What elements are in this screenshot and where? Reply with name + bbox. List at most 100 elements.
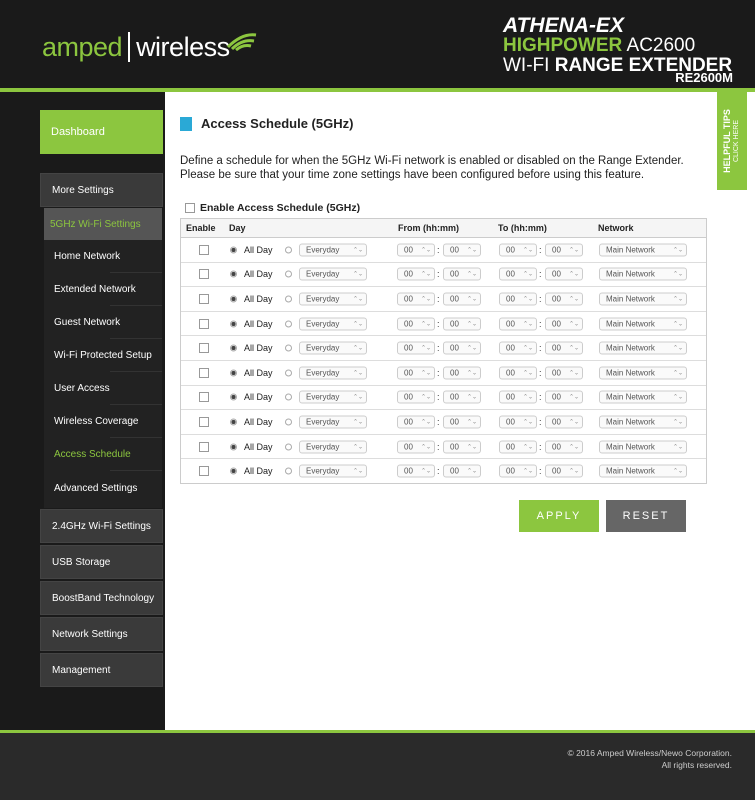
row-enable-checkbox[interactable] [199,293,209,304]
helpful-tips-tab[interactable]: HELPFUL TIPS CLICK HERE [717,92,747,190]
sidebar-item-wireless-coverage[interactable]: Wireless Coverage [44,405,162,438]
sidebar-dashboard[interactable]: Dashboard [40,110,163,154]
network-select[interactable]: Main Network ⌃⌄ [599,267,687,281]
network-select[interactable]: Main Network ⌃⌄ [599,292,687,306]
from-minute-select[interactable]: 00 ⌃⌄ [443,341,481,355]
to-hour-select[interactable]: 00 ⌃⌄ [499,464,537,478]
from-hour-select[interactable]: 00 ⌃⌄ [397,292,435,306]
to-minute-select[interactable]: 00 ⌃⌄ [545,317,583,331]
sidebar-item-extended-network[interactable]: Extended Network [44,273,162,306]
amped-wireless-logo[interactable]: amped wireless [42,31,258,63]
row-enable-checkbox[interactable] [199,392,209,403]
to-hour-select[interactable]: 00 ⌃⌄ [499,267,537,281]
from-hour-select[interactable]: 00 ⌃⌄ [397,366,435,380]
row-enable-checkbox[interactable] [199,466,209,477]
day-select[interactable]: Everyday ⌃⌄ [299,243,367,257]
network-select[interactable]: Main Network ⌃⌄ [599,341,687,355]
from-hour-select[interactable]: 00 ⌃⌄ [397,464,435,478]
custom-day-radio[interactable] [285,270,292,278]
row-enable-checkbox[interactable] [199,244,209,255]
day-select[interactable]: Everyday ⌃⌄ [299,440,367,454]
from-minute-select[interactable]: 00 ⌃⌄ [443,366,481,380]
to-minute-select[interactable]: 00 ⌃⌄ [545,366,583,380]
day-select[interactable]: Everyday ⌃⌄ [299,292,367,306]
sidebar-item-guest-network[interactable]: Guest Network [44,306,162,339]
from-hour-select[interactable]: 00 ⌃⌄ [397,243,435,257]
all-day-radio[interactable] [230,418,237,426]
to-hour-select[interactable]: 00 ⌃⌄ [499,366,537,380]
to-hour-select[interactable]: 00 ⌃⌄ [499,292,537,306]
network-select[interactable]: Main Network ⌃⌄ [599,464,687,478]
sidebar-item-home-network[interactable]: Home Network [44,240,162,273]
sidebar-management[interactable]: Management [40,653,163,687]
all-day-radio[interactable] [230,270,237,278]
custom-day-radio[interactable] [285,467,292,475]
day-select[interactable]: Everyday ⌃⌄ [299,415,367,429]
from-hour-select[interactable]: 00 ⌃⌄ [397,390,435,404]
sidebar-item-user-access[interactable]: User Access [44,372,162,405]
sidebar-item-access-schedule[interactable]: Access Schedule [44,438,162,471]
all-day-radio[interactable] [230,443,237,451]
to-hour-select[interactable]: 00 ⌃⌄ [499,317,537,331]
to-minute-select[interactable]: 00 ⌃⌄ [545,243,583,257]
day-select[interactable]: Everyday ⌃⌄ [299,366,367,380]
day-select[interactable]: Everyday ⌃⌄ [299,341,367,355]
custom-day-radio[interactable] [285,418,292,426]
all-day-radio[interactable] [230,246,237,254]
to-minute-select[interactable]: 00 ⌃⌄ [545,415,583,429]
custom-day-radio[interactable] [285,295,292,303]
row-enable-checkbox[interactable] [199,269,209,280]
from-hour-select[interactable]: 00 ⌃⌄ [397,341,435,355]
day-select[interactable]: Everyday ⌃⌄ [299,267,367,281]
custom-day-radio[interactable] [285,344,292,352]
all-day-radio[interactable] [230,320,237,328]
from-minute-select[interactable]: 00 ⌃⌄ [443,317,481,331]
from-hour-select[interactable]: 00 ⌃⌄ [397,415,435,429]
all-day-radio[interactable] [230,369,237,377]
row-enable-checkbox[interactable] [199,441,209,452]
to-hour-select[interactable]: 00 ⌃⌄ [499,243,537,257]
custom-day-radio[interactable] [285,369,292,377]
network-select[interactable]: Main Network ⌃⌄ [599,415,687,429]
from-minute-select[interactable]: 00 ⌃⌄ [443,267,481,281]
from-minute-select[interactable]: 00 ⌃⌄ [443,390,481,404]
sidebar-boostband[interactable]: BoostBand Technology [40,581,163,615]
sidebar-24ghz-settings[interactable]: 2.4GHz Wi-Fi Settings [40,509,163,543]
enable-schedule-checkbox[interactable] [185,203,195,213]
to-hour-select[interactable]: 00 ⌃⌄ [499,415,537,429]
to-minute-select[interactable]: 00 ⌃⌄ [545,267,583,281]
from-minute-select[interactable]: 00 ⌃⌄ [443,464,481,478]
from-hour-select[interactable]: 00 ⌃⌄ [397,440,435,454]
from-minute-select[interactable]: 00 ⌃⌄ [443,292,481,306]
apply-button[interactable]: APPLY [519,500,599,532]
row-enable-checkbox[interactable] [199,416,209,427]
to-minute-select[interactable]: 00 ⌃⌄ [545,292,583,306]
from-hour-select[interactable]: 00 ⌃⌄ [397,317,435,331]
sidebar-item-wps[interactable]: Wi-Fi Protected Setup [44,339,162,372]
network-select[interactable]: Main Network ⌃⌄ [599,440,687,454]
row-enable-checkbox[interactable] [199,318,209,329]
enable-schedule-toggle[interactable]: Enable Access Schedule (5GHz) [185,202,360,214]
all-day-radio[interactable] [230,467,237,475]
to-minute-select[interactable]: 00 ⌃⌄ [545,440,583,454]
to-minute-select[interactable]: 00 ⌃⌄ [545,341,583,355]
day-select[interactable]: Everyday ⌃⌄ [299,464,367,478]
to-minute-select[interactable]: 00 ⌃⌄ [545,464,583,478]
all-day-radio[interactable] [230,344,237,352]
network-select[interactable]: Main Network ⌃⌄ [599,317,687,331]
to-hour-select[interactable]: 00 ⌃⌄ [499,390,537,404]
row-enable-checkbox[interactable] [199,343,209,354]
sidebar-item-advanced-settings[interactable]: Advanced Settings [44,472,162,505]
from-minute-select[interactable]: 00 ⌃⌄ [443,243,481,257]
custom-day-radio[interactable] [285,393,292,401]
custom-day-radio[interactable] [285,320,292,328]
to-minute-select[interactable]: 00 ⌃⌄ [545,390,583,404]
custom-day-radio[interactable] [285,246,292,254]
reset-button[interactable]: RESET [606,500,686,532]
sidebar-network-settings[interactable]: Network Settings [40,617,163,651]
network-select[interactable]: Main Network ⌃⌄ [599,366,687,380]
day-select[interactable]: Everyday ⌃⌄ [299,390,367,404]
sidebar-more-settings[interactable]: More Settings [40,173,163,207]
to-hour-select[interactable]: 00 ⌃⌄ [499,341,537,355]
sidebar-usb-storage[interactable]: USB Storage [40,545,163,579]
